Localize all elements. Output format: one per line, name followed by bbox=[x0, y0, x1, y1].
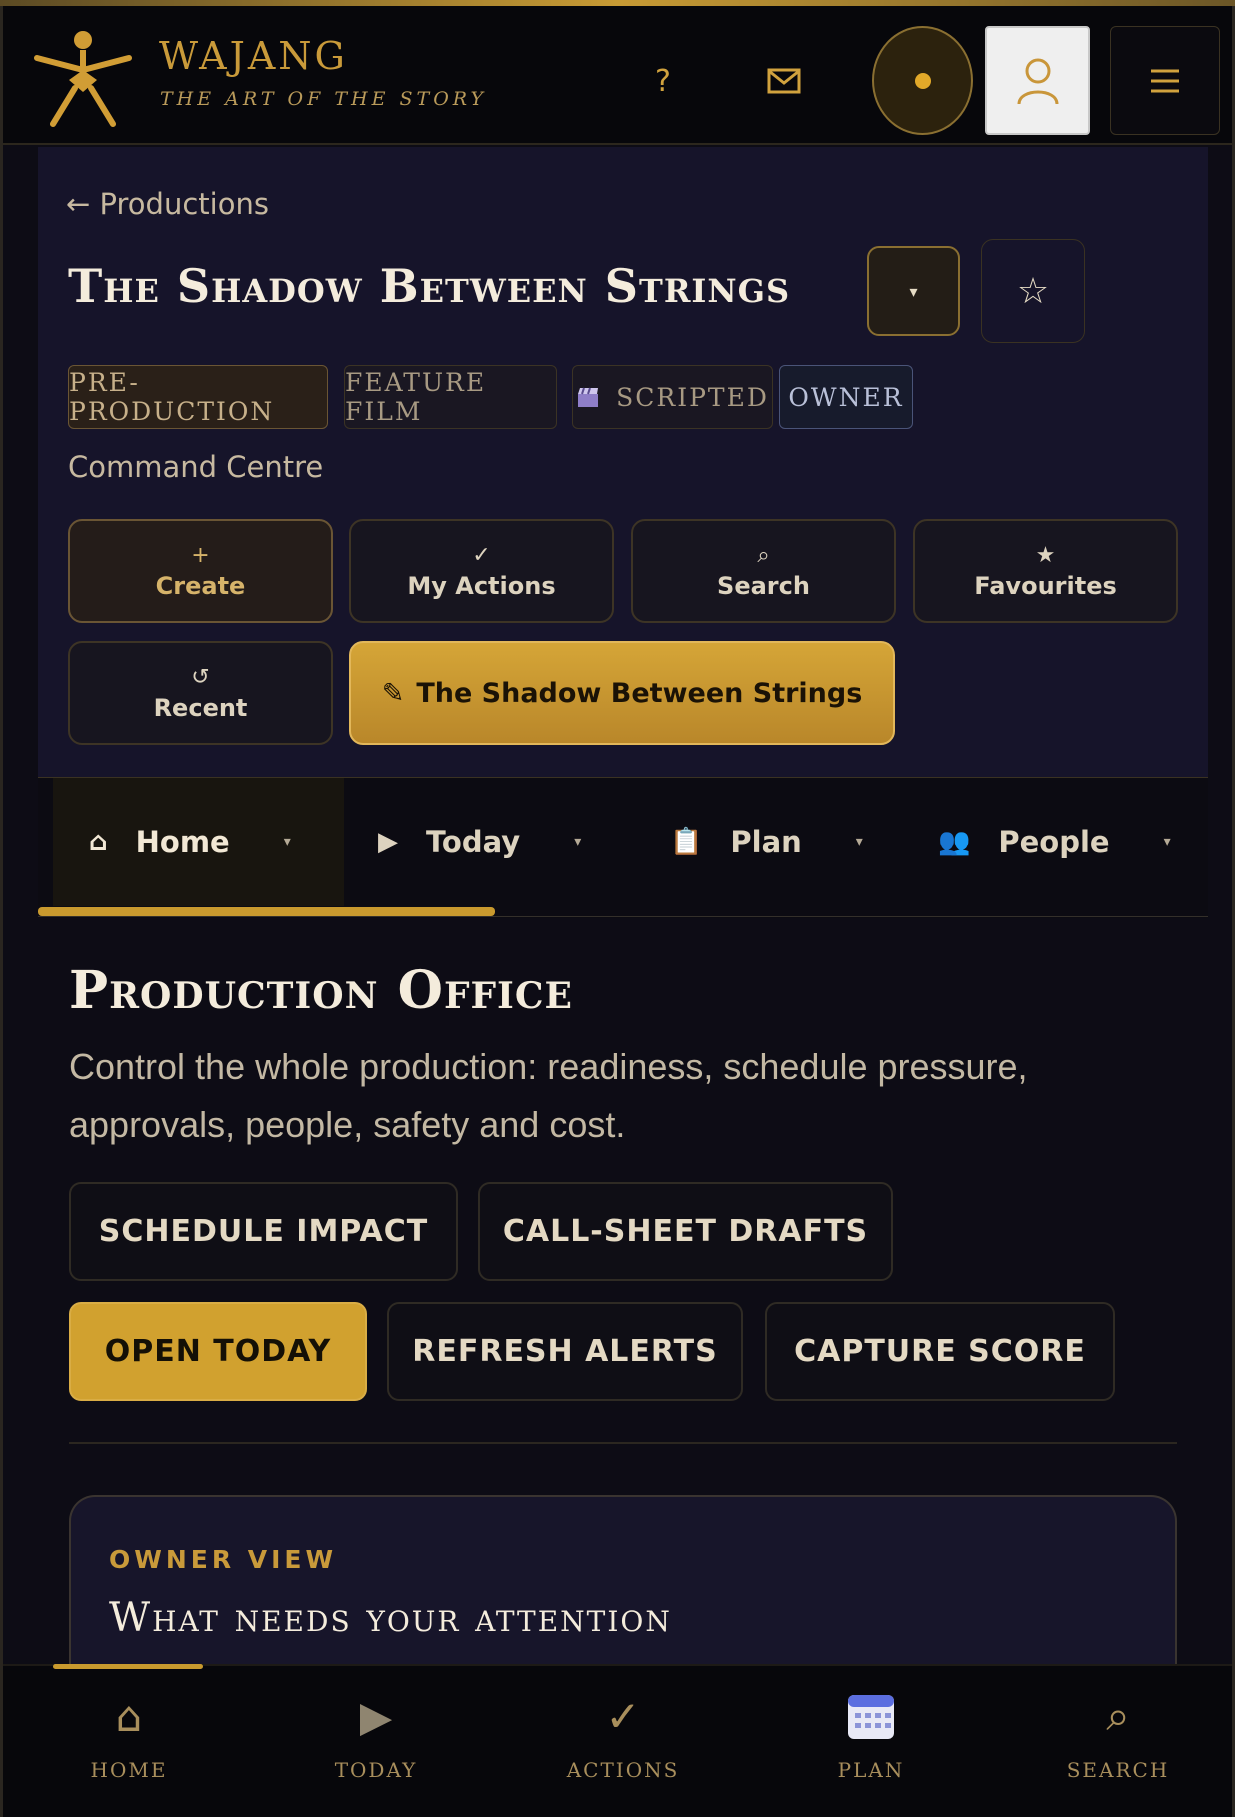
people-icon: 👥 bbox=[938, 827, 971, 857]
clipboard-icon: 📋 bbox=[670, 827, 703, 857]
user-button[interactable] bbox=[985, 26, 1090, 135]
chevron-down-icon[interactable]: ▾ bbox=[856, 834, 863, 850]
favourite-star-button[interactable]: ☆ bbox=[981, 239, 1085, 343]
home-icon: ⌂ bbox=[115, 1691, 143, 1741]
tab-today-label: Today bbox=[426, 825, 521, 859]
mail-icon[interactable] bbox=[761, 58, 807, 104]
chevron-down-icon[interactable]: ▾ bbox=[574, 834, 581, 850]
section-description: Control the whole production: readiness,… bbox=[69, 1046, 1028, 1145]
section-divider bbox=[69, 1442, 1177, 1444]
back-arrow-icon: ← bbox=[66, 187, 91, 221]
production-switcher-button[interactable]: ▾ bbox=[867, 246, 960, 336]
brand-tagline: THE ART OF THE STORY bbox=[160, 88, 488, 110]
menu-button[interactable] bbox=[1110, 26, 1220, 135]
card-title: What needs your attention bbox=[109, 1595, 672, 1641]
current-production-label: The Shadow Between Strings bbox=[416, 677, 863, 709]
brand-name[interactable]: WAJANG bbox=[159, 34, 348, 78]
tab-plan[interactable]: 📋 Plan ▾ bbox=[670, 778, 900, 906]
call-sheet-drafts-button[interactable]: CALL-SHEET DRAFTS bbox=[478, 1182, 893, 1281]
my-actions-label: My Actions bbox=[407, 571, 556, 600]
breadcrumb-label: Productions bbox=[99, 187, 269, 221]
app-header: WAJANG THE ART OF THE STORY ? bbox=[3, 6, 1232, 145]
tab-today[interactable]: ▶ Today ▾ bbox=[378, 778, 628, 906]
hamburger-menu-icon bbox=[1151, 69, 1179, 92]
play-icon: ▶ bbox=[378, 827, 398, 857]
recent-label: Recent bbox=[153, 693, 248, 722]
breadcrumb[interactable]: ← Productions bbox=[66, 187, 269, 221]
status-button[interactable] bbox=[872, 26, 973, 135]
calendar-icon bbox=[846, 1686, 896, 1746]
open-today-button[interactable]: OPEN TODAY bbox=[69, 1302, 367, 1401]
tab-people[interactable]: 👥 People ▾ bbox=[938, 778, 1208, 906]
tab-home-label: Home bbox=[135, 825, 230, 859]
search-icon: ⌕ bbox=[757, 542, 770, 568]
schedule-impact-button[interactable]: SCHEDULE IMPACT bbox=[69, 1182, 458, 1281]
wayang-logo-icon[interactable] bbox=[31, 28, 135, 128]
capture-score-button[interactable]: CAPTURE SCORE bbox=[765, 1302, 1115, 1401]
clapperboard-icon bbox=[578, 387, 599, 407]
tab-people-label: People bbox=[998, 825, 1110, 859]
bottom-nav-home[interactable]: ⌂ HOME bbox=[39, 1686, 219, 1806]
search-button[interactable]: ⌕ Search bbox=[631, 519, 896, 623]
help-icon[interactable]: ? bbox=[643, 56, 683, 106]
tab-plan-label: Plan bbox=[730, 825, 802, 859]
play-icon: ▶ bbox=[359, 1691, 393, 1741]
search-button-label: Search bbox=[717, 571, 810, 600]
tab-home[interactable]: ⌂ Home ▾ bbox=[53, 778, 344, 906]
current-production-button[interactable]: ✎ The Shadow Between Strings bbox=[349, 641, 895, 745]
section-tabs: ⌂ Home ▾ ▶ Today ▾ 📋 Plan ▾ 👥 People ▾ bbox=[38, 778, 1208, 918]
status-chip-type-label: SCRIPTED bbox=[616, 382, 769, 412]
chevron-down-icon[interactable]: ▾ bbox=[1164, 834, 1171, 850]
command-centre-label: Command Centre bbox=[68, 450, 324, 484]
bottom-nav-home-label: HOME bbox=[90, 1758, 168, 1782]
bottom-nav-actions[interactable]: ✓ ACTIONS bbox=[533, 1686, 713, 1806]
bottom-active-indicator bbox=[53, 1664, 203, 1669]
status-dot-icon bbox=[914, 72, 931, 89]
check-icon: ✓ bbox=[605, 1691, 641, 1741]
production-title: The Shadow Between Strings bbox=[68, 259, 791, 313]
create-button[interactable]: + Create bbox=[68, 519, 333, 623]
favourites-button[interactable]: ★ Favourites bbox=[913, 519, 1178, 623]
plus-icon: + bbox=[191, 542, 210, 568]
star-icon: ★ bbox=[1035, 542, 1056, 568]
active-tab-indicator bbox=[38, 907, 495, 916]
home-icon: ⌂ bbox=[89, 827, 108, 857]
history-icon: ↺ bbox=[191, 664, 210, 690]
bottom-nav-today[interactable]: ▶ TODAY bbox=[286, 1686, 466, 1806]
user-icon bbox=[1017, 58, 1058, 104]
chevron-down-icon[interactable]: ▾ bbox=[284, 834, 291, 850]
bottom-nav-plan[interactable]: PLAN bbox=[781, 1686, 961, 1806]
section-title: Production Office bbox=[69, 960, 573, 1021]
check-icon: ✓ bbox=[472, 542, 491, 568]
bottom-nav-today-label: TODAY bbox=[334, 1758, 418, 1782]
create-button-label: Create bbox=[155, 571, 246, 600]
tabs-divider bbox=[38, 916, 1208, 917]
bottom-nav-actions-label: ACTIONS bbox=[566, 1758, 680, 1782]
my-actions-button[interactable]: ✓ My Actions bbox=[349, 519, 614, 623]
bottom-navigation: ⌂ HOME ▶ TODAY ✓ ACTIONS PLAN ⌕ SEARCH bbox=[3, 1664, 1232, 1817]
status-chip-type: SCRIPTED bbox=[572, 365, 773, 429]
status-chip-stage: PRE-PRODUCTION bbox=[68, 365, 328, 429]
favourites-label: Favourites bbox=[974, 571, 1117, 600]
search-icon: ⌕ bbox=[1106, 1691, 1130, 1740]
bottom-nav-search-label: SEARCH bbox=[1066, 1758, 1170, 1782]
status-chip-format: FEATURE FILM bbox=[344, 365, 557, 429]
card-eyebrow: OWNER VIEW bbox=[109, 1545, 338, 1574]
pencil-icon: ✎ bbox=[381, 677, 405, 709]
recent-button[interactable]: ↺ Recent bbox=[68, 641, 333, 745]
refresh-alerts-button[interactable]: REFRESH ALERTS bbox=[387, 1302, 743, 1401]
status-chip-role: OWNER bbox=[779, 365, 913, 429]
bottom-nav-plan-label: PLAN bbox=[837, 1758, 905, 1782]
production-panel: ← Productions The Shadow Between Strings… bbox=[38, 147, 1208, 777]
bottom-nav-search[interactable]: ⌕ SEARCH bbox=[1028, 1686, 1208, 1806]
